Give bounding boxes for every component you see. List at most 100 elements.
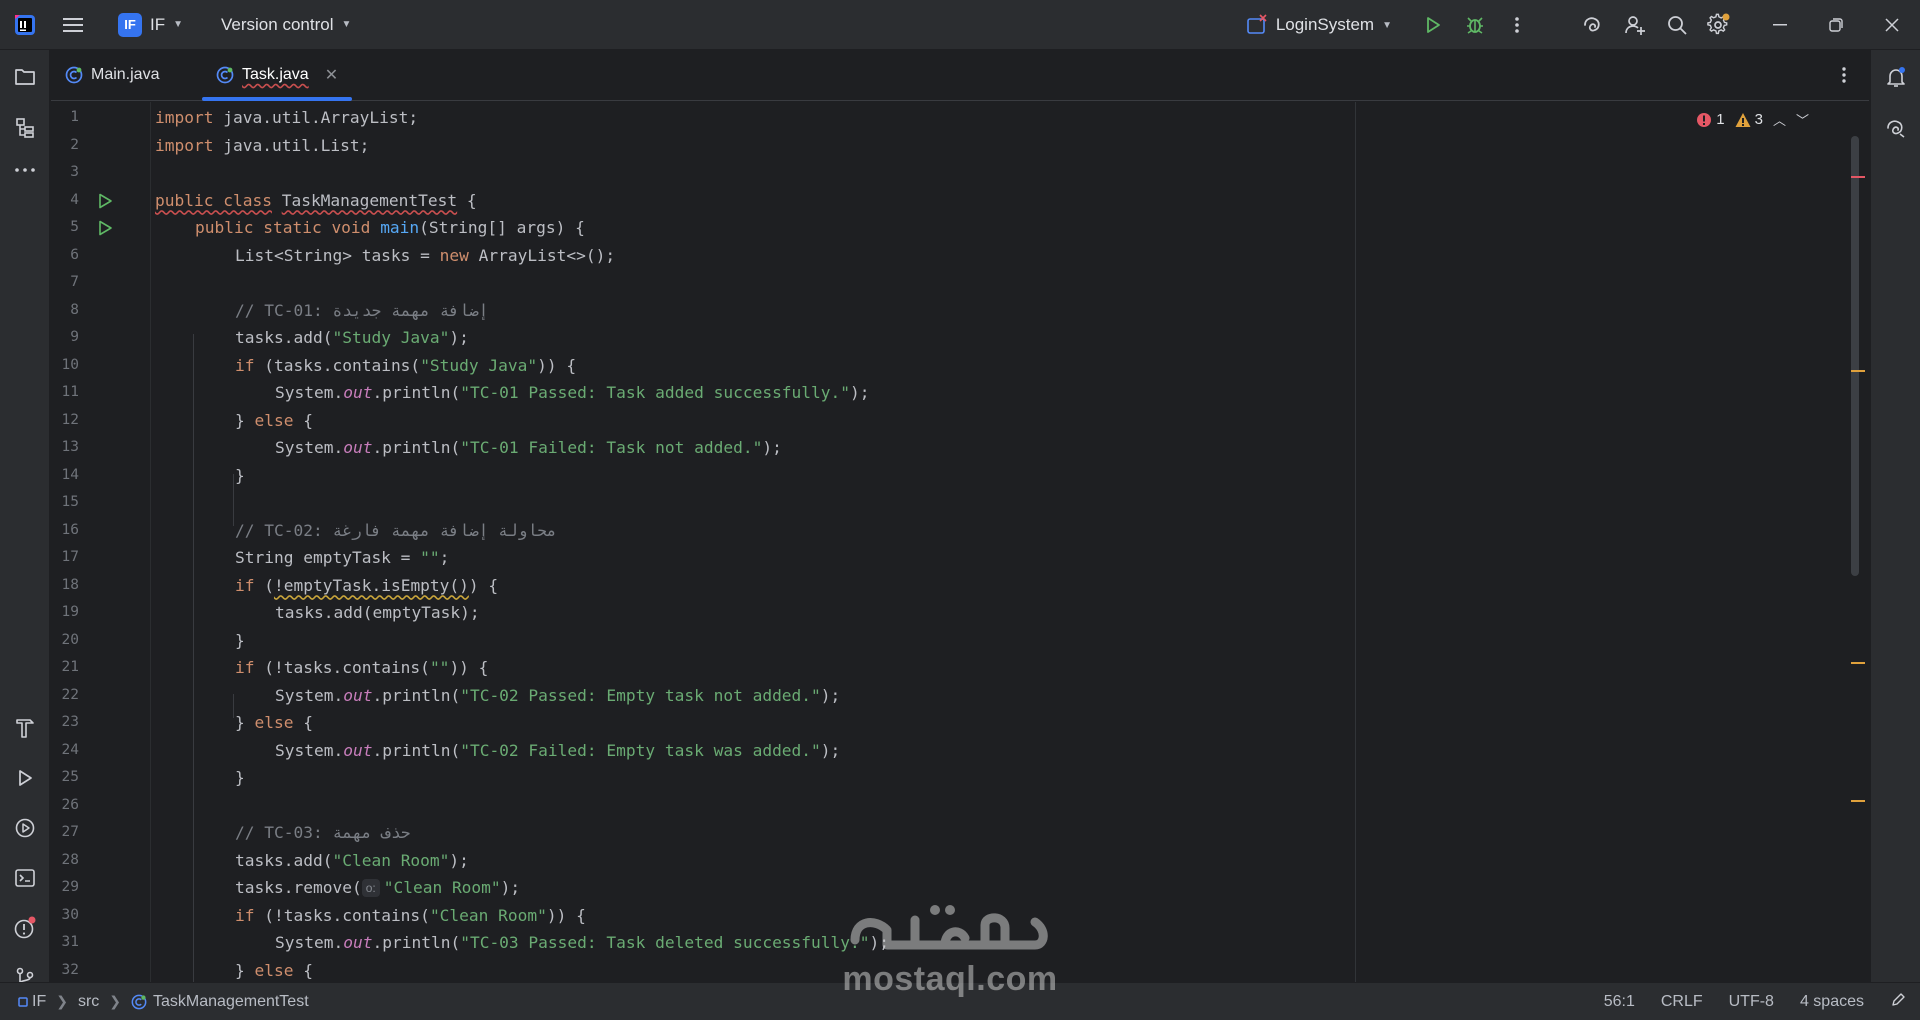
line-number[interactable]: 11 <box>51 379 79 407</box>
tab-options-icon[interactable] <box>1819 50 1869 100</box>
line-number[interactable]: 25 <box>51 764 79 792</box>
intellij-logo-icon[interactable] <box>0 0 50 50</box>
code-comment: // TC-03: حذف مهمة <box>235 823 411 842</box>
run-icon[interactable] <box>1412 7 1454 43</box>
title-bar: IF IF ▼ Version control ▼ LoginSystem ▼ <box>0 0 1920 50</box>
add-user-icon[interactable] <box>1614 7 1656 43</box>
breadcrumb-item-src[interactable]: src <box>78 993 99 1011</box>
services-icon[interactable] <box>5 808 45 848</box>
project-badge: IF <box>118 12 142 37</box>
error-stripe-marker[interactable] <box>1851 176 1865 178</box>
tab-main-java[interactable]: Main.java <box>51 50 201 100</box>
run-config-name: LoginSystem <box>1275 15 1375 34</box>
code-line: } <box>235 465 245 485</box>
line-number[interactable]: 28 <box>51 847 79 875</box>
close-icon[interactable]: ✕ <box>325 65 338 85</box>
run-configuration-selector[interactable]: LoginSystem ▼ <box>1240 7 1398 43</box>
editor-gutter[interactable]: 1 2 3 4 5 6 7 8 9 10 11 12 13 14 15 16 17 18 19 20 21 22 23 24 2… <box>51 102 151 982</box>
line-number[interactable]: 27 <box>51 819 79 847</box>
error-count[interactable]: 1 <box>1696 111 1725 128</box>
build-hammer-icon[interactable] <box>5 708 45 748</box>
line-number[interactable]: 2 <box>51 132 79 160</box>
project-widget[interactable]: IF IF ▼ <box>110 7 191 43</box>
caret-position[interactable]: 56:1 <box>1604 993 1635 1011</box>
line-separator[interactable]: CRLF <box>1661 993 1703 1011</box>
line-number[interactable]: 23 <box>51 709 79 737</box>
run-gutter-icon[interactable] <box>97 193 113 209</box>
notifications-bell-icon[interactable] <box>1876 57 1916 97</box>
line-number[interactable]: 19 <box>51 599 79 627</box>
structure-icon[interactable] <box>5 108 45 148</box>
vertical-scrollbar[interactable] <box>1851 136 1859 576</box>
code-line: public static void main(String[] args) { <box>195 218 585 237</box>
code-line: import java.util.ArrayList; <box>155 108 419 127</box>
line-number[interactable]: 31 <box>51 929 79 957</box>
line-number[interactable]: 9 <box>51 324 79 352</box>
warning-stripe-marker[interactable] <box>1851 800 1865 802</box>
line-number[interactable]: 12 <box>51 407 79 435</box>
code-comment: // TC-02: محاولة إضافة مهمة فارغة <box>235 520 557 540</box>
line-number[interactable]: 16 <box>51 517 79 545</box>
minimize-window-icon[interactable] <box>1752 0 1808 50</box>
line-number[interactable]: 22 <box>51 682 79 710</box>
line-number[interactable]: 5 <box>51 214 79 242</box>
line-number[interactable]: 15 <box>51 489 79 517</box>
breadcrumb-item-class[interactable]: TaskManagementTest <box>131 993 309 1011</box>
line-number[interactable]: 10 <box>51 352 79 380</box>
line-number[interactable]: 6 <box>51 242 79 270</box>
settings-gear-icon[interactable] <box>1698 7 1740 43</box>
line-number[interactable]: 8 <box>51 297 79 325</box>
main-menu-icon[interactable] <box>50 7 96 43</box>
code-line: } else { <box>235 713 313 732</box>
code-line: } <box>235 630 245 650</box>
more-tool-windows-icon[interactable] <box>5 150 45 190</box>
line-number[interactable]: 3 <box>51 159 79 187</box>
line-number[interactable]: 7 <box>51 269 79 297</box>
previous-highlight-icon[interactable]: ︿ <box>1773 110 1786 129</box>
line-number[interactable]: 29 <box>51 874 79 902</box>
line-number[interactable]: 14 <box>51 462 79 490</box>
line-number[interactable]: 17 <box>51 544 79 572</box>
warning-stripe-marker[interactable] <box>1851 370 1865 372</box>
restore-window-icon[interactable] <box>1808 0 1864 50</box>
indent-setting[interactable]: 4 spaces <box>1800 993 1864 1011</box>
run-tool-icon[interactable] <box>5 758 45 798</box>
close-window-icon[interactable] <box>1864 0 1920 50</box>
run-gutter-icon[interactable] <box>97 220 113 236</box>
read-only-toggle-icon[interactable] <box>1890 992 1906 1013</box>
file-encoding[interactable]: UTF-8 <box>1729 993 1774 1011</box>
more-actions-icon[interactable] <box>1496 7 1538 43</box>
line-number[interactable]: 20 <box>51 627 79 655</box>
line-number[interactable]: 13 <box>51 434 79 462</box>
line-number[interactable]: 1 <box>51 104 79 132</box>
next-highlight-icon[interactable]: ﹀ <box>1796 110 1809 129</box>
line-number[interactable]: 26 <box>51 792 79 820</box>
terminal-icon[interactable] <box>5 858 45 898</box>
line-number[interactable]: 30 <box>51 902 79 930</box>
warning-stripe-marker[interactable] <box>1851 662 1865 664</box>
line-number[interactable]: 21 <box>51 654 79 682</box>
run-config-icon <box>1247 14 1267 34</box>
tab-label: Main.java <box>91 66 160 83</box>
code-line: System.out.println("TC-03 Passed: Task d… <box>275 933 890 952</box>
code-comment: // TC-01: إضافة مهمة جديدة <box>235 300 489 320</box>
warning-icon <box>1735 112 1751 127</box>
ai-chat-icon[interactable] <box>1876 108 1916 148</box>
code-editor[interactable]: 1 2 3 4 5 6 7 8 9 10 11 12 13 14 15 16 17 18 19 20 21 22 23 24 2… <box>51 102 1869 982</box>
tab-task-java[interactable]: Task.java ✕ <box>202 50 352 101</box>
inspection-widget[interactable]: 1 3 ︿ ﹀ <box>1696 110 1809 129</box>
line-number[interactable]: 4 <box>51 187 79 215</box>
line-number[interactable]: 18 <box>51 572 79 600</box>
debug-icon[interactable] <box>1454 7 1496 43</box>
code-line: tasks.add("Study Java"); <box>235 328 469 347</box>
project-folder-icon[interactable] <box>5 57 45 97</box>
search-icon[interactable] <box>1656 7 1698 43</box>
version-control-widget[interactable]: Version control ▼ <box>213 7 359 43</box>
ai-assistant-icon[interactable] <box>1572 7 1614 43</box>
line-number[interactable]: 24 <box>51 737 79 765</box>
module-icon <box>18 996 28 1007</box>
breadcrumb-item-project[interactable]: IF <box>18 993 46 1011</box>
problems-icon[interactable] <box>5 908 45 948</box>
line-number[interactable]: 32 <box>51 957 79 983</box>
warning-count[interactable]: 3 <box>1735 111 1763 128</box>
